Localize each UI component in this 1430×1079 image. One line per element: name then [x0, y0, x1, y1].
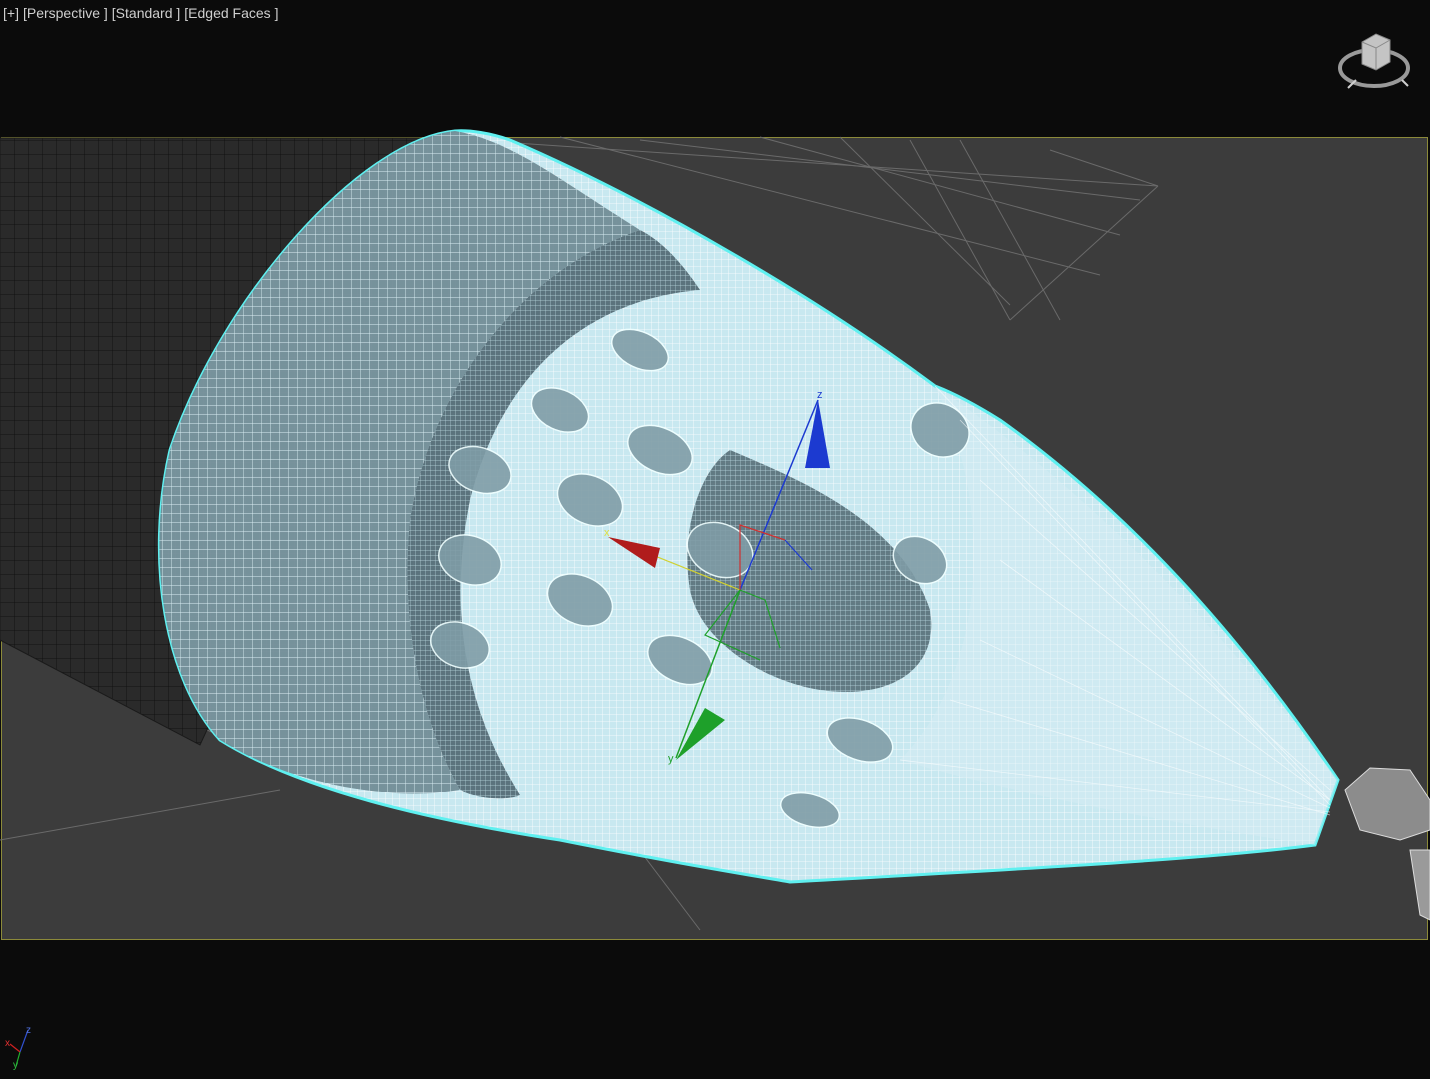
axis-tripod: z x y [5, 1025, 31, 1070]
tail-fin-object[interactable] [1344, 767, 1430, 921]
perspective-viewport[interactable]: [+] [Perspective ] [Standard ] [Edged Fa… [0, 0, 1430, 1079]
tripod-x-label: x [5, 1038, 10, 1049]
gizmo-z-label: z [817, 389, 823, 401]
nose-cone-object[interactable] [157, 129, 1340, 884]
gizmo-x-label: x [604, 527, 610, 539]
scene-canvas[interactable]: z x y [0, 0, 1430, 1079]
tripod-y-label: y [13, 1060, 18, 1070]
gizmo-y-label: y [668, 753, 674, 765]
tripod-z-label: z [26, 1025, 31, 1036]
viewcube[interactable] [1336, 30, 1416, 96]
